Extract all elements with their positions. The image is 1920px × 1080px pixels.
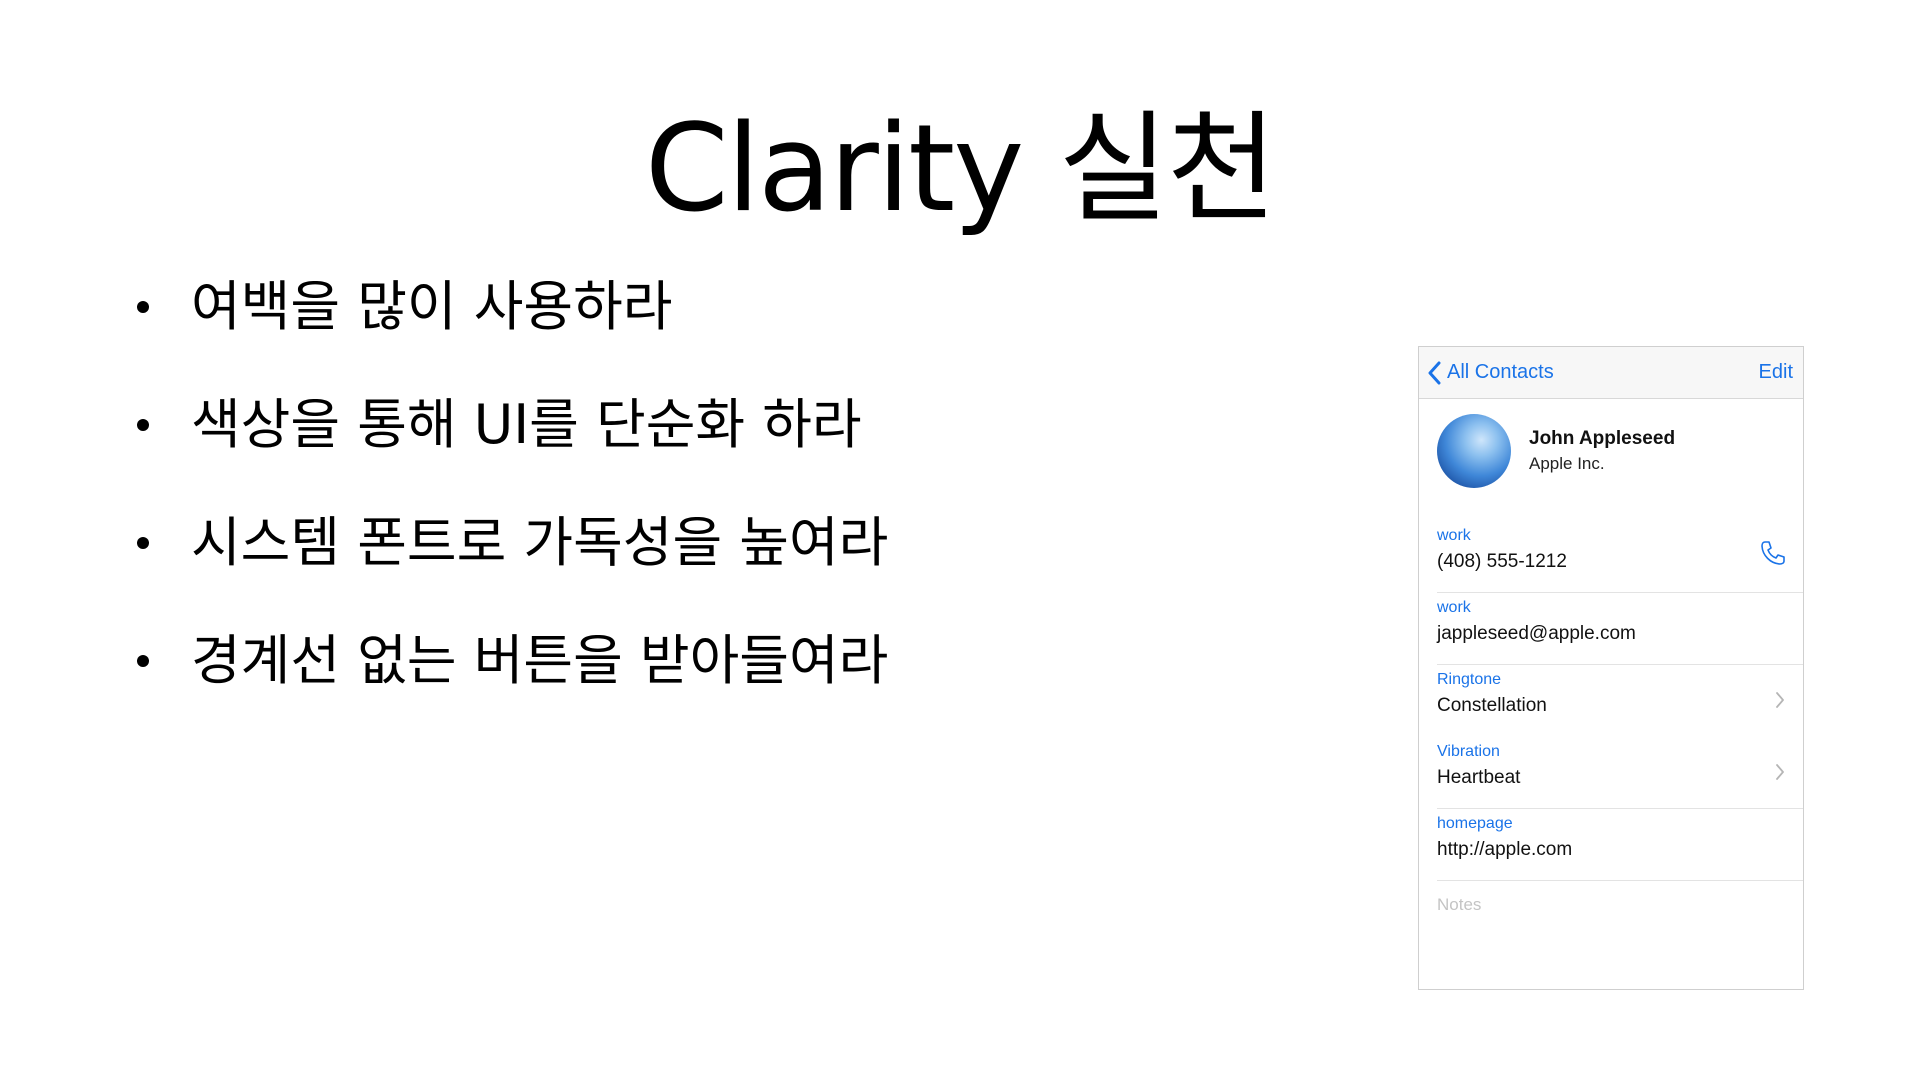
field-work-email[interactable]: work jappleseed@apple.com <box>1437 593 1803 665</box>
field-label: work <box>1437 599 1471 616</box>
phone-icon[interactable] <box>1759 539 1787 567</box>
bullet-dot-icon <box>137 537 149 549</box>
bullet-item: 경계선 없는 버튼을 받아들여라 <box>137 602 888 720</box>
bullet-text: 시스템 폰트로 가독성을 높여라 <box>191 511 889 574</box>
chevron-left-icon <box>1428 361 1441 384</box>
field-work-phone[interactable]: work (408) 555-1212 <box>1437 521 1803 593</box>
field-label: Ringtone <box>1437 671 1502 688</box>
field-value: (408) 555-1212 <box>1437 551 1567 572</box>
navigation-bar: All Contacts Edit <box>1419 347 1803 399</box>
notes-field[interactable]: Notes <box>1437 881 1803 915</box>
contact-card: All Contacts Edit John Appleseed Apple I… <box>1418 346 1804 990</box>
bullet-item: 색상을 통해 UI를 단순화 하라 <box>137 366 888 484</box>
bullet-list: 여백을 많이 사용하라 색상을 통해 UI를 단순화 하라 시스템 폰트로 가독… <box>137 248 888 720</box>
field-label: work <box>1437 527 1471 544</box>
contact-fields: work (408) 555-1212 work jappleseed@appl… <box>1419 521 1803 915</box>
contact-name: John Appleseed <box>1529 428 1676 449</box>
back-button-label: All Contacts <box>1447 361 1554 383</box>
field-label: homepage <box>1437 815 1513 832</box>
field-ringtone[interactable]: Ringtone Constellation <box>1437 665 1803 737</box>
bullet-text: 여백을 많이 사용하라 <box>191 275 673 338</box>
contact-header: John Appleseed Apple Inc. <box>1419 399 1803 489</box>
bullet-item: 시스템 폰트로 가독성을 높여라 <box>137 484 888 602</box>
bullet-item: 여백을 많이 사용하라 <box>137 248 888 366</box>
bullet-dot-icon <box>137 301 149 313</box>
chevron-right-icon <box>1776 764 1784 780</box>
field-value: Heartbeat <box>1437 767 1521 788</box>
field-homepage[interactable]: homepage http://apple.com <box>1437 809 1803 881</box>
contact-company: Apple Inc. <box>1529 454 1605 473</box>
field-vibration[interactable]: Vibration Heartbeat <box>1437 737 1803 809</box>
avatar <box>1437 414 1511 488</box>
back-button[interactable]: All Contacts <box>1427 361 1554 385</box>
slide-title: Clarity 실천 <box>644 100 1277 239</box>
field-value: Constellation <box>1437 695 1547 716</box>
field-value: jappleseed@apple.com <box>1437 623 1636 644</box>
field-label: Vibration <box>1437 743 1500 760</box>
edit-button[interactable]: Edit <box>1759 361 1793 384</box>
chevron-right-icon <box>1776 692 1784 708</box>
bullet-text: 색상을 통해 UI를 단순화 하라 <box>191 393 862 456</box>
bullet-dot-icon <box>137 655 149 667</box>
field-value: http://apple.com <box>1437 839 1573 860</box>
bullet-text: 경계선 없는 버튼을 받아들여라 <box>191 629 889 692</box>
bullet-dot-icon <box>137 419 149 431</box>
